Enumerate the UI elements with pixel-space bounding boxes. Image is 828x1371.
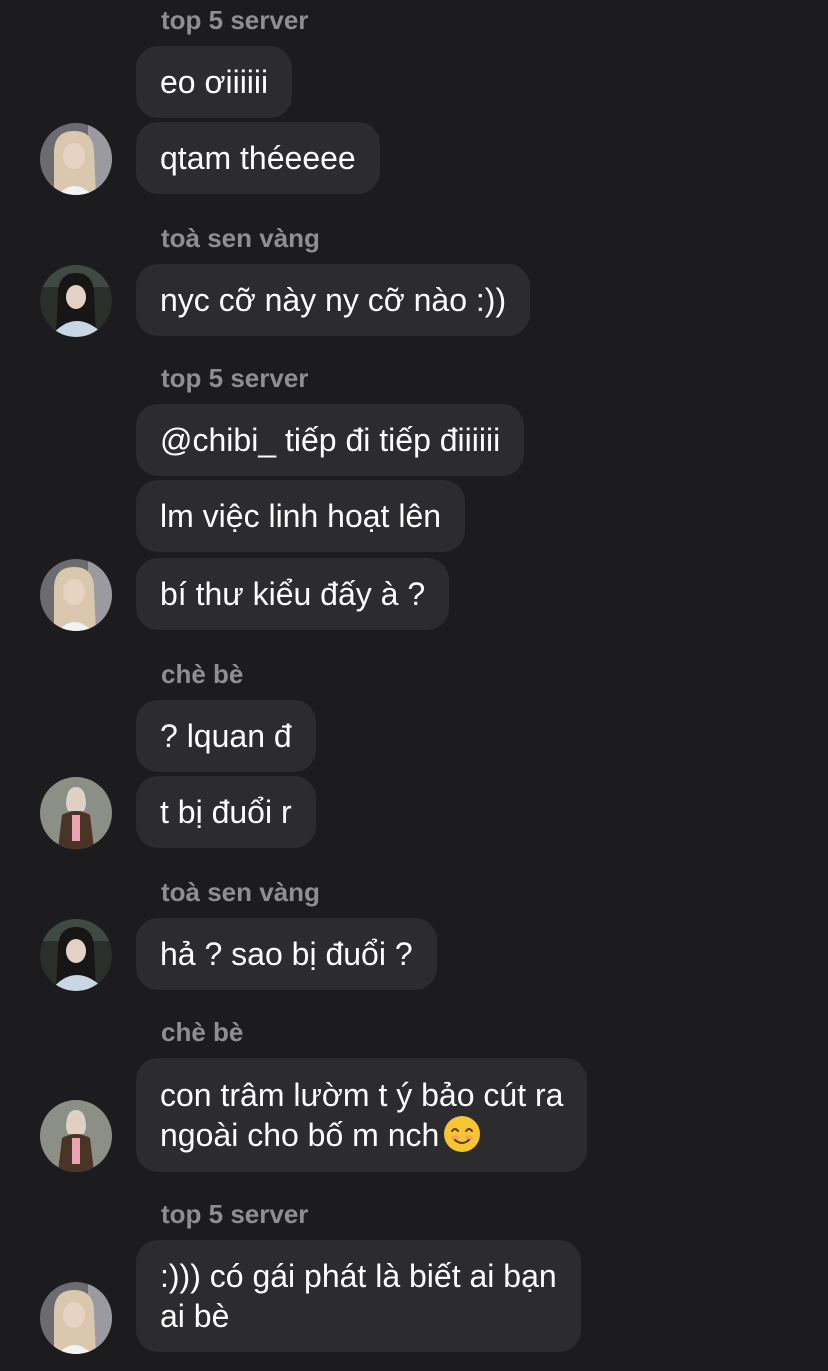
message-text: :))) có gái phát là biết ai bạn ai bè bbox=[160, 1258, 557, 1334]
girl-brown-jacket-avatar-icon bbox=[40, 777, 112, 849]
dark-hair-girl-avatar-icon bbox=[40, 919, 112, 991]
message-text: nyc cỡ này ny cỡ nào :)) bbox=[160, 282, 507, 318]
avatar[interactable] bbox=[40, 559, 112, 631]
sender-name: toà sen vàng bbox=[161, 223, 320, 253]
message-bubble[interactable]: bí thư kiểu đấy à ? bbox=[136, 558, 450, 630]
blonde-girl-avatar-icon bbox=[40, 559, 112, 631]
girl-brown-jacket-avatar-icon bbox=[40, 1100, 112, 1172]
message-text: eo ơiiiiii bbox=[160, 64, 269, 100]
avatar[interactable] bbox=[40, 265, 112, 337]
message-bubble[interactable]: eo ơiiiiii bbox=[136, 46, 293, 118]
smiling-face-emoji-icon bbox=[444, 1116, 481, 1152]
message-text: t bị đuổi r bbox=[160, 794, 292, 830]
message-bubble[interactable]: @chibi_ tiếp đi tiếp điiiiii bbox=[136, 404, 525, 476]
message-text: hả ? sao bị đuổi ? bbox=[160, 936, 413, 972]
avatar[interactable] bbox=[40, 1100, 112, 1172]
message-bubble[interactable]: qtam théeeee bbox=[136, 122, 380, 194]
message-bubble[interactable]: ? lquan đ bbox=[136, 700, 316, 772]
sender-name: chè bè bbox=[161, 659, 244, 689]
sender-name: toà sen vàng bbox=[161, 877, 320, 907]
blonde-girl-avatar-icon bbox=[40, 1282, 112, 1354]
avatar[interactable] bbox=[40, 1282, 112, 1354]
sender-name: top 5 server bbox=[161, 363, 309, 393]
message-text: ? lquan đ bbox=[160, 718, 292, 754]
message-text: con trâm lườm t ý bảo cút ra ngoài cho b… bbox=[160, 1077, 564, 1153]
sender-name: top 5 server bbox=[161, 1199, 309, 1229]
message-bubble[interactable]: hả ? sao bị đuổi ? bbox=[136, 918, 437, 990]
message-bubble[interactable]: t bị đuổi r bbox=[136, 776, 316, 848]
dark-hair-girl-avatar-icon bbox=[40, 265, 112, 337]
avatar[interactable] bbox=[40, 919, 112, 991]
message-text: @chibi_ tiếp đi tiếp điiiiii bbox=[160, 422, 501, 458]
message-text: bí thư kiểu đấy à ? bbox=[160, 576, 426, 612]
avatar[interactable] bbox=[40, 123, 112, 195]
message-bubble[interactable]: nyc cỡ này ny cỡ nào :)) bbox=[136, 264, 531, 336]
message-text: qtam théeeee bbox=[160, 140, 356, 176]
message-bubble[interactable]: con trâm lườm t ý bảo cút ra ngoài cho b… bbox=[136, 1058, 588, 1172]
message-bubble[interactable]: lm việc linh hoạt lên bbox=[136, 480, 466, 552]
message-text: lm việc linh hoạt lên bbox=[160, 498, 442, 534]
message-bubble[interactable]: :))) có gái phát là biết ai bạn ai bè bbox=[136, 1240, 581, 1352]
sender-name: chè bè bbox=[161, 1017, 244, 1047]
sender-name: top 5 server bbox=[161, 5, 309, 35]
avatar[interactable] bbox=[40, 777, 112, 849]
blonde-girl-avatar-icon bbox=[40, 123, 112, 195]
